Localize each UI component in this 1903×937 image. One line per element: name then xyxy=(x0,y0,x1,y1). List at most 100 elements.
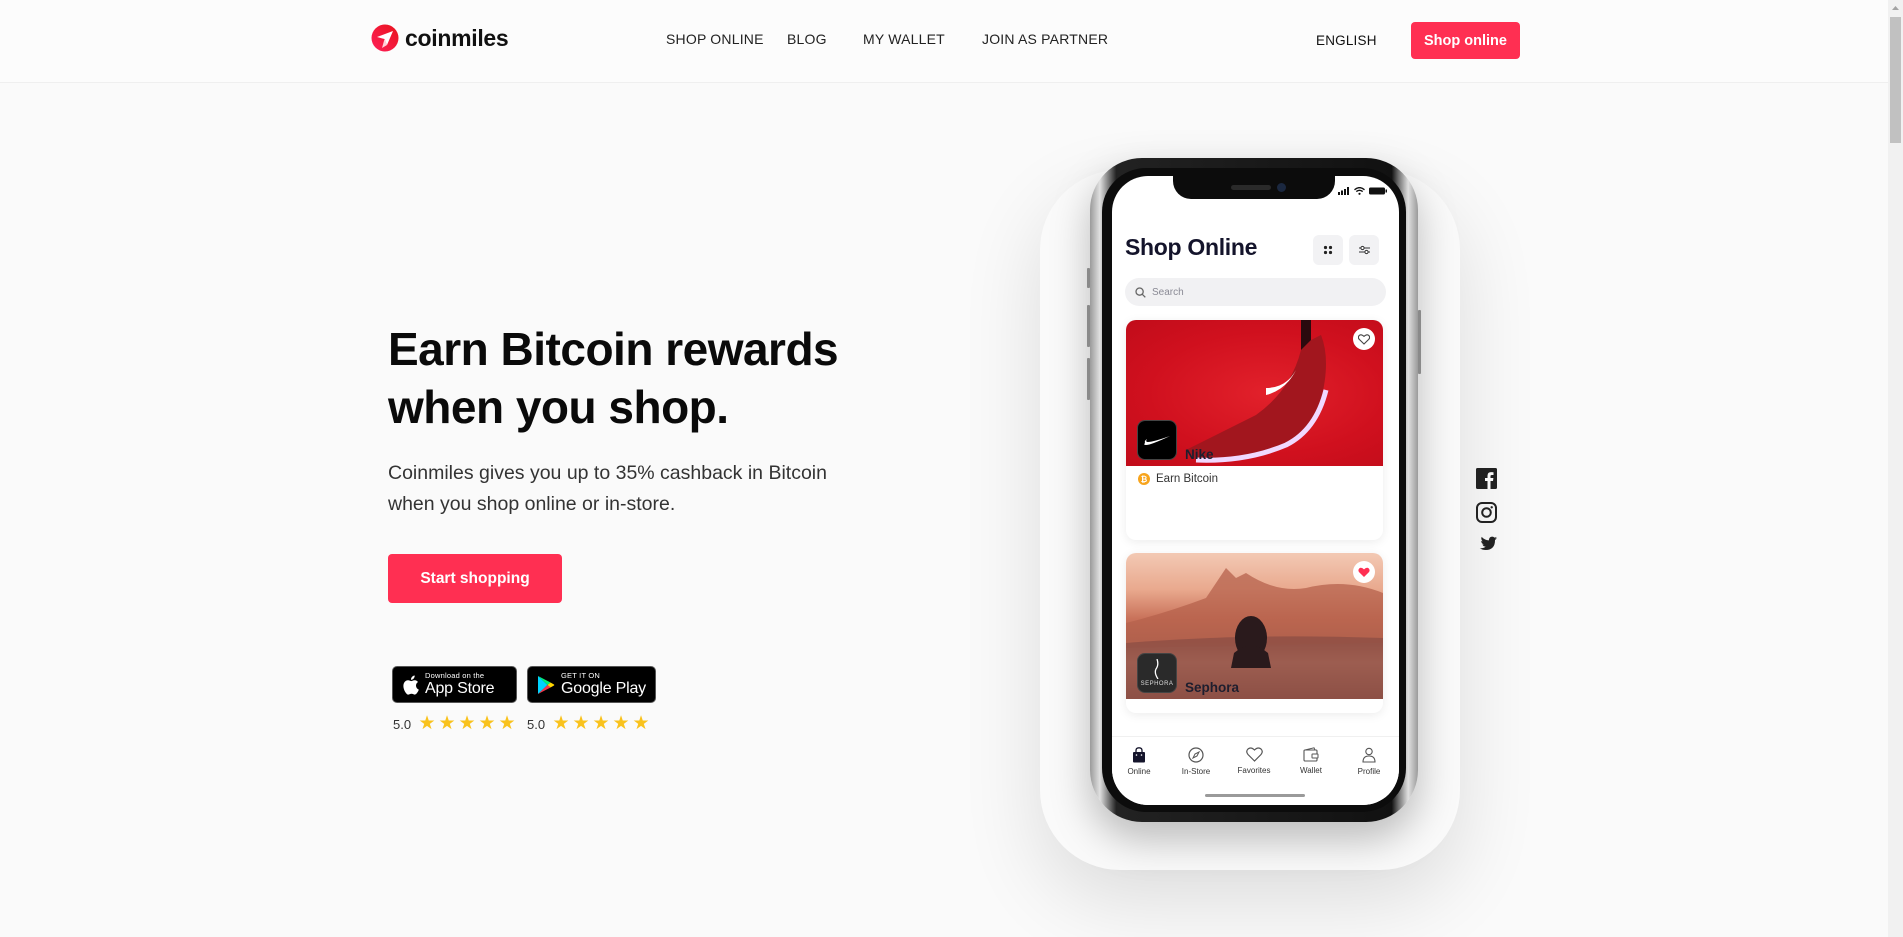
hero-title-line-1: Earn Bitcoin rewards xyxy=(388,323,839,375)
app-store-rating: 5.0 ★ ★ ★ ★ ★ xyxy=(393,714,517,734)
shopping-bag-icon xyxy=(1133,747,1145,763)
tab-label: Profile xyxy=(1357,767,1381,776)
tab-online[interactable]: Online xyxy=(1112,747,1167,776)
instagram-link[interactable] xyxy=(1476,502,1497,523)
store-card-nike[interactable]: Nike ₿ Earn Bitcoin xyxy=(1126,320,1383,540)
store-name: Sephora xyxy=(1185,680,1240,695)
tab-in-store[interactable]: In-Store xyxy=(1168,747,1224,776)
store-card-sephora[interactable]: SEPHORA Sephora xyxy=(1126,553,1383,713)
app-store-small-text: Download on the xyxy=(425,671,485,681)
phone-volume-down-button xyxy=(1087,358,1090,400)
google-play-icon xyxy=(538,675,555,694)
tab-wallet[interactable]: Wallet xyxy=(1283,747,1339,775)
nav-shop-online[interactable]: SHOP ONLINE xyxy=(666,31,764,47)
profile-icon xyxy=(1362,747,1376,763)
phone-mute-button xyxy=(1087,268,1090,288)
signal-icon xyxy=(1338,187,1349,195)
filter-button[interactable] xyxy=(1349,235,1379,265)
nav-join-as-partner[interactable]: JOIN AS PARTNER xyxy=(982,31,1108,47)
sephora-flame-icon xyxy=(1154,659,1159,679)
speaker xyxy=(1231,185,1271,190)
phone-volume-up-button xyxy=(1087,305,1090,347)
sephora-logo-text: SEPHORA xyxy=(1140,681,1174,687)
facebook-link[interactable] xyxy=(1476,468,1497,489)
wallet-icon xyxy=(1303,747,1319,762)
page: coinmiles SHOP ONLINE BLOG MY WALLET JOI… xyxy=(0,0,1903,937)
shop-online-button[interactable]: Shop online xyxy=(1411,22,1520,59)
star-icon: ★ xyxy=(552,713,570,734)
star-icon: ★ xyxy=(612,713,630,734)
home-indicator xyxy=(1205,794,1305,797)
rating-value: 5.0 xyxy=(527,716,546,732)
nike-logo xyxy=(1137,420,1177,460)
twitter-icon xyxy=(1479,536,1497,550)
star-icon: ★ xyxy=(592,713,610,734)
star-icon: ★ xyxy=(632,713,650,734)
hero-title-line-2: when you shop. xyxy=(388,381,729,433)
app-screen-title: Shop Online xyxy=(1125,234,1258,260)
language-selector[interactable]: ENGLISH xyxy=(1316,33,1377,48)
site-header: coinmiles SHOP ONLINE BLOG MY WALLET JOI… xyxy=(0,0,1888,83)
star-icon: ★ xyxy=(572,713,590,734)
camera xyxy=(1277,183,1286,192)
sephora-logo: SEPHORA xyxy=(1137,653,1177,693)
phone-screen: Shop Online Search Nike ₿ Earn Bitcoin S… xyxy=(1112,176,1399,805)
twitter-link[interactable] xyxy=(1476,534,1497,555)
scroll-thumb[interactable] xyxy=(1890,17,1901,143)
tab-label: In-Store xyxy=(1181,767,1211,776)
google-play-rating: 5.0 ★ ★ ★ ★ ★ xyxy=(527,714,651,734)
instagram-icon xyxy=(1476,502,1497,523)
store-name: Nike xyxy=(1185,447,1214,462)
search-icon xyxy=(1135,286,1146,298)
hero-subtitle-line-2: when you shop online or in-store. xyxy=(388,493,676,515)
app-search-input[interactable] xyxy=(1152,286,1352,298)
wifi-icon xyxy=(1354,187,1365,195)
app-search-bar[interactable] xyxy=(1125,278,1386,306)
apple-icon xyxy=(403,675,419,695)
reward-text: Earn Bitcoin xyxy=(1156,473,1219,485)
tab-favorites[interactable]: Favorites xyxy=(1226,747,1282,775)
favorite-toggle[interactable] xyxy=(1353,561,1375,583)
nav-my-wallet[interactable]: MY WALLET xyxy=(863,31,945,47)
grid-icon xyxy=(1323,245,1333,255)
tab-profile[interactable]: Profile xyxy=(1341,747,1397,776)
battery-icon xyxy=(1369,187,1387,195)
hero-subtitle: Coinmiles gives you up to 35% cashback i… xyxy=(388,458,868,520)
brand-name: coinmiles xyxy=(405,24,509,51)
google-play-badge[interactable]: GET IT ON Google Play xyxy=(527,666,656,703)
nike-swoosh-icon xyxy=(1144,436,1170,445)
tab-label: Favorites xyxy=(1237,766,1271,775)
favorite-toggle[interactable] xyxy=(1353,328,1375,350)
star-icon: ★ xyxy=(458,713,476,734)
tab-label: Wallet xyxy=(1300,766,1322,775)
google-play-big-text: Google Play xyxy=(561,679,646,697)
bitcoin-icon: ₿ xyxy=(1138,473,1150,485)
phone-power-button xyxy=(1418,310,1421,374)
star-icon: ★ xyxy=(418,713,436,734)
compass-icon xyxy=(1188,747,1204,763)
filter-icon xyxy=(1358,245,1370,255)
heart-outline-icon xyxy=(1358,333,1370,345)
reward-label: ₿ Earn Bitcoin xyxy=(1138,473,1218,485)
facebook-icon xyxy=(1476,468,1497,489)
rating-value: 5.0 xyxy=(393,716,412,732)
nav-blog[interactable]: BLOG xyxy=(787,31,827,47)
page-scrollbar[interactable] xyxy=(1888,0,1903,937)
hero-subtitle-line-1: Coinmiles gives you up to 35% cashback i… xyxy=(388,462,827,484)
star-icon: ★ xyxy=(438,713,456,734)
scroll-up-arrow[interactable] xyxy=(1888,0,1903,15)
coinmiles-logo-icon xyxy=(371,24,399,52)
app-store-big-text: App Store xyxy=(425,679,495,697)
hero-title: Earn Bitcoin rewards when you shop. xyxy=(388,320,908,436)
tab-label: Online xyxy=(1127,767,1151,776)
heart-icon xyxy=(1245,747,1263,762)
star-icon: ★ xyxy=(498,713,516,734)
status-bar xyxy=(1338,187,1387,195)
logo[interactable]: coinmiles xyxy=(371,24,509,52)
heart-filled-icon xyxy=(1358,567,1370,577)
phone-notch xyxy=(1173,176,1335,199)
app-store-badge[interactable]: Download on the App Store xyxy=(392,666,517,703)
grid-view-button[interactable] xyxy=(1313,235,1343,265)
star-icon: ★ xyxy=(478,713,496,734)
start-shopping-button[interactable]: Start shopping xyxy=(388,554,562,603)
